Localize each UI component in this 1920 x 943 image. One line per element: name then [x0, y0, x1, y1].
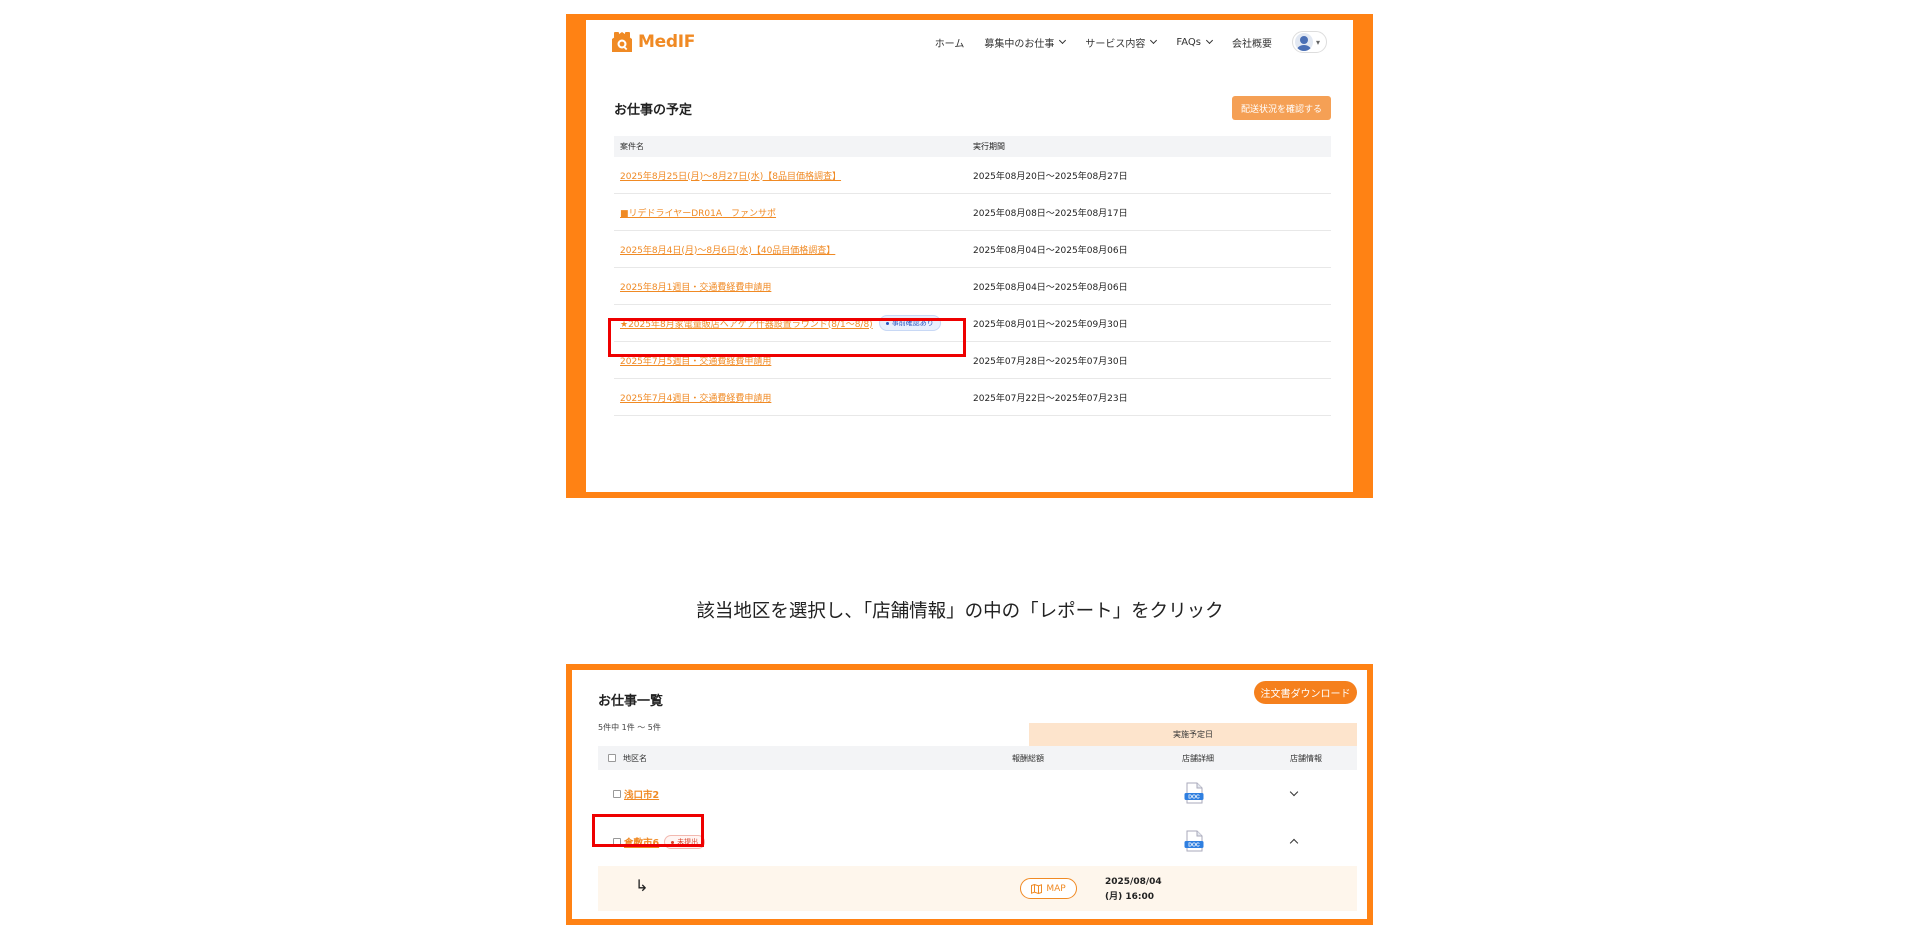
table-row: ■リデドライヤーDR01A ファンサポ 2025年08月08日～2025年08月… [614, 194, 1331, 231]
job-period: 2025年07月28日～2025年07月30日 [973, 356, 1128, 367]
nav-label: サービス内容 [1085, 38, 1146, 50]
schedule-screen: MedIF ホーム 募集中のお仕事 サービス内容 FAQs 会社概要 ▾ お仕事… [586, 20, 1353, 492]
map-label: MAP [1046, 883, 1066, 894]
row-checkbox[interactable] [613, 790, 621, 798]
column-header-name: 案件名 [620, 142, 644, 151]
result-count: 5件中 1件 ～ 5件 [598, 723, 661, 732]
check-delivery-button[interactable]: 配送状況を確認する [1232, 96, 1331, 120]
logo[interactable]: MedIF [609, 27, 695, 57]
return-arrow-icon: ↳ [635, 876, 649, 895]
select-all-checkbox[interactable] [608, 754, 616, 762]
job-list-screenshot-frame: お仕事一覧 注文書ダウンロード 5件中 1件 ～ 5件 実施予定日 地区名 報酬… [566, 664, 1373, 925]
logo-house-icon [612, 32, 632, 52]
job-period: 2025年08月20日～2025年08月27日 [973, 171, 1128, 182]
column-label: 地区名 [623, 753, 647, 763]
nav-item-home[interactable]: ホーム [935, 35, 965, 50]
doc-label: DOC [1188, 795, 1200, 801]
map-icon [1031, 883, 1043, 894]
table-row: 2025年8月25日(月)～8月27日(水)【8品目価格調査】 2025年08月… [614, 157, 1331, 194]
caret-down-icon: ▾ [1315, 37, 1320, 47]
logo-text: MedIF [638, 32, 696, 52]
scheduled-date-header: 実施予定日 [1029, 723, 1357, 746]
job-link[interactable]: 2025年8月4日(月)～8月6日(水)【40品目価格調査】 [620, 243, 835, 256]
chevron-up-icon [1289, 838, 1299, 848]
table-row: 浅口市2 DOC [598, 770, 1357, 818]
job-list-screen: お仕事一覧 注文書ダウンロード 5件中 1件 ～ 5件 実施予定日 地区名 報酬… [572, 670, 1367, 919]
chevron-down-icon [1150, 36, 1158, 45]
job-link[interactable]: ■リデドライヤーDR01A ファンサポ [620, 206, 776, 219]
job-period: 2025年07月22日～2025年07月23日 [973, 393, 1128, 404]
nav-label: 会社概要 [1231, 38, 1272, 50]
doc-icon[interactable]: DOC [1184, 782, 1204, 804]
district-cell: 浅口市2 [613, 787, 659, 801]
nav-item-services[interactable]: サービス内容 [1085, 35, 1158, 50]
column-header-district: 地区名 [608, 753, 647, 764]
job-period: 2025年08月04日～2025年08月06日 [973, 282, 1128, 293]
highlight-box [592, 814, 704, 847]
job-period: 2025年08月08日～2025年08月17日 [973, 208, 1128, 219]
table-row: 2025年7月4週目・交通費経費申請用 2025年07月22日～2025年07月… [614, 379, 1331, 416]
screen-cutoff [586, 484, 1353, 492]
column-header-store-info: 店舗情報 [1290, 753, 1322, 763]
scheduled-time: (月) 16:00 [1105, 892, 1155, 902]
chevron-down-icon [1205, 36, 1214, 45]
store-detail-row: ↳ MAP 2025/08/04 (月) 16:00 [598, 866, 1357, 911]
scheduled-date: 2025/08/04 [1105, 877, 1162, 887]
doc-label: DOC [1188, 843, 1200, 849]
doc-icon[interactable]: DOC [1184, 830, 1204, 852]
nav-item-faqs[interactable]: FAQs [1176, 36, 1214, 48]
expand-toggle[interactable] [1289, 787, 1299, 797]
schedule-screenshot-frame: MedIF ホーム 募集中のお仕事 サービス内容 FAQs 会社概要 ▾ お仕事… [566, 14, 1373, 498]
nav-item-company[interactable]: 会社概要 [1232, 35, 1272, 50]
table-row: 2025年8月1週目・交通費経費申請用 2025年08月04日～2025年08月… [614, 268, 1331, 305]
avatar-icon [1294, 33, 1313, 51]
table-header: 案件名 実行期間 [614, 136, 1331, 157]
column-header-store-detail: 店舗詳細 [1182, 753, 1214, 763]
job-link[interactable]: 2025年8月1週目・交通費経費申請用 [620, 280, 771, 293]
table-row: 2025年8月4日(月)～8月6日(水)【40品目価格調査】 2025年08月0… [614, 231, 1331, 268]
user-menu[interactable]: ▾ [1291, 31, 1327, 53]
collapse-toggle[interactable] [1289, 837, 1299, 848]
map-button[interactable]: MAP [1020, 878, 1077, 899]
nav-item-jobs[interactable]: 募集中のお仕事 [984, 35, 1067, 50]
column-header-reward: 報酬総額 [1012, 753, 1044, 763]
table-header: 地区名 報酬総額 店舗詳細 店舗情報 [598, 746, 1357, 770]
order-download-button[interactable]: 注文書ダウンロード [1254, 681, 1357, 704]
column-header-period: 実行期間 [973, 142, 1005, 151]
district-link[interactable]: 浅口市2 [624, 787, 659, 801]
nav-label: ホーム [934, 38, 965, 50]
scheduled-datetime: 2025/08/04 (月) 16:00 [1105, 875, 1162, 905]
chevron-down-icon [1289, 787, 1299, 797]
job-period: 2025年08月04日～2025年08月06日 [973, 245, 1128, 256]
schedule-table: 案件名 実行期間 2025年8月25日(月)～8月27日(水)【8品目価格調査】… [614, 136, 1331, 416]
job-link[interactable]: 2025年8月25日(月)～8月27日(水)【8品目価格調査】 [620, 169, 841, 182]
nav-label: FAQs [1176, 36, 1201, 48]
page-title: お仕事の予定 [614, 103, 693, 118]
nav-label: 募集中のお仕事 [984, 38, 1055, 50]
highlight-box [608, 318, 966, 357]
page-title: お仕事一覧 [598, 694, 664, 709]
chevron-down-icon [1059, 36, 1067, 45]
job-link[interactable]: 2025年7月4週目・交通費経費申請用 [620, 391, 771, 404]
table-row: 倉敷市6 未提出 DOC [598, 818, 1357, 866]
instruction-caption: 該当地区を選択し、「店舗情報」の中の「レポート」をクリック [696, 601, 1224, 622]
top-nav: ホーム 募集中のお仕事 サービス内容 FAQs 会社概要 ▾ [935, 30, 1327, 54]
job-period: 2025年08月01日～2025年09月30日 [973, 319, 1128, 330]
